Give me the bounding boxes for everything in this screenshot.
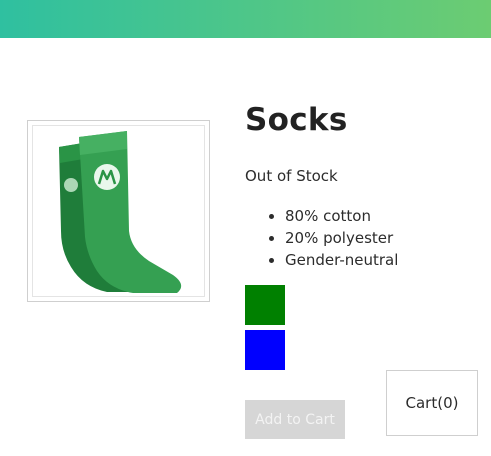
product-image-frame <box>27 120 210 302</box>
feature-list: 80% cotton 20% polyester Gender-neutral <box>285 205 398 271</box>
feature-item: Gender-neutral <box>285 249 398 271</box>
top-banner <box>0 0 491 38</box>
cart-button[interactable]: Cart(0) <box>386 370 478 436</box>
add-to-cart-button[interactable]: Add to Cart <box>245 400 345 439</box>
cart-label: Cart(0) <box>405 394 459 412</box>
color-swatch-blue[interactable] <box>245 330 285 370</box>
feature-item: 20% polyester <box>285 227 398 249</box>
product-title: Socks <box>245 102 348 138</box>
product-image <box>32 125 205 297</box>
feature-item: 80% cotton <box>285 205 398 227</box>
color-swatch-green[interactable] <box>245 285 285 325</box>
stock-status: Out of Stock <box>245 167 338 185</box>
green-socks-image <box>58 131 181 293</box>
